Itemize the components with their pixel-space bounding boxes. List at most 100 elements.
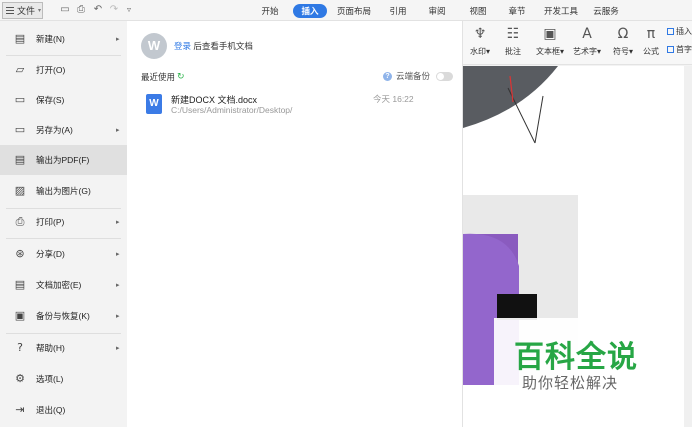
menu-item-label: 分享(D)	[36, 249, 65, 259]
tab-page-layout[interactable]: 页面布局	[335, 4, 373, 18]
textbox-label: 文本框	[535, 47, 560, 56]
comment-label: 批注	[505, 47, 521, 56]
help-icon: ?	[17, 341, 23, 354]
menu-icon	[6, 7, 14, 14]
menu-item-label: 打开(O)	[36, 65, 66, 75]
watermark-subtitle: 助你轻松解决	[522, 375, 619, 392]
menu-item-print[interactable]: ⎙ 打印(P) ▸	[0, 207, 127, 237]
tab-chapter[interactable]: 章节	[505, 4, 529, 18]
cloud-backup-control: ? 云端备份	[383, 70, 454, 82]
watermark-overlay: 百科全说 助你轻松解决	[494, 318, 659, 398]
login-link[interactable]: 登录	[174, 41, 191, 51]
help-icon[interactable]: ?	[383, 71, 392, 81]
formula-label: 公式	[643, 47, 659, 56]
customize-icon[interactable]: ▿	[123, 4, 135, 16]
login-text: 后查看手机文档	[193, 41, 253, 51]
chevron-right-icon: ▸	[116, 126, 120, 134]
chevron-right-icon: ▸	[116, 250, 120, 258]
pi-icon: π	[646, 26, 656, 42]
menu-item-share[interactable]: ⊛ 分享(D) ▸	[0, 239, 127, 269]
file-menu: ▤ 新建(N) ▸ ▱ 打开(O) ▭ 保存(S) ▭ 另存为(A) ▸ ▤ 输…	[0, 21, 127, 427]
menu-item-label: 选项(L)	[36, 374, 64, 384]
cloud-backup-toggle[interactable]	[436, 71, 454, 81]
menu-item-open[interactable]: ▱ 打开(O)	[0, 55, 127, 85]
textbox-button[interactable]: ▣ 文本框▾	[533, 23, 567, 59]
insert-side-label: 插入	[676, 27, 692, 36]
tab-insert[interactable]: 插入	[293, 4, 327, 18]
print-icon: ⎙	[15, 215, 25, 228]
menu-item-options[interactable]: ⚙ 选项(L)	[0, 364, 127, 394]
menu-item-backup[interactable]: ▣ 备份与恢复(K) ▸	[0, 301, 127, 331]
tab-cloud-service[interactable]: 云服务	[590, 4, 622, 18]
chevron-down-icon: ▾	[38, 7, 42, 14]
cloud-backup-label: 云端备份	[396, 71, 431, 81]
wordart-button[interactable]: A 艺术字▾	[570, 23, 604, 59]
menu-item-export-pdf[interactable]: ▤ 输出为PDF(F)	[0, 145, 127, 175]
open-folder-icon: ▱	[15, 63, 25, 76]
encrypt-icon: ▤	[14, 278, 26, 291]
save-as-icon: ▭	[14, 123, 26, 136]
menu-item-help[interactable]: ? 帮助(H) ▸	[0, 333, 127, 363]
new-icon: ▤	[14, 32, 26, 45]
redo-icon[interactable]: ↷	[108, 4, 120, 16]
recent-file-item[interactable]: W 新建DOCX 文档.docx C:/Users/Administrator/…	[141, 90, 451, 120]
menu-item-label: 新建(N)	[36, 34, 65, 44]
backup-icon: ▣	[14, 309, 26, 322]
omega-icon: Ω	[617, 26, 629, 42]
save-icon[interactable]: ▭	[59, 4, 71, 16]
gray-fan-shape	[463, 66, 558, 128]
file-menu-button[interactable]: 文件 ▾	[2, 2, 43, 19]
symbol-label: 符号	[612, 47, 629, 56]
tab-references[interactable]: 引用	[386, 4, 410, 18]
dropcap-side-label: 首字	[676, 45, 692, 54]
avatar[interactable]: W	[141, 33, 167, 59]
menu-item-encrypt[interactable]: ▤ 文档加密(E) ▸	[0, 270, 127, 300]
dropcap-side-button[interactable]: 首字	[667, 44, 692, 55]
scrollbar[interactable]	[684, 66, 692, 427]
settings-icon: ⚙	[15, 372, 25, 385]
chevron-right-icon: ▸	[116, 344, 120, 352]
recent-file-path: C:/Users/Administrator/Desktop/	[171, 105, 293, 115]
exit-icon: ⇥	[15, 403, 25, 416]
chevron-right-icon: ▸	[116, 218, 120, 226]
menu-item-exit[interactable]: ⇥ 退出(Q)	[0, 395, 127, 425]
chevron-right-icon: ▸	[116, 35, 120, 43]
watermark-label: 水印	[469, 47, 486, 56]
watermark-button[interactable]: ♆ 水印▾	[467, 23, 493, 59]
tab-developer[interactable]: 开发工具	[542, 4, 580, 18]
menu-item-save[interactable]: ▭ 保存(S)	[0, 85, 127, 115]
menu-item-export-image[interactable]: ▨ 输出为图片(G)	[0, 176, 127, 206]
line-shape	[534, 95, 544, 144]
menu-item-label: 文档加密(E)	[36, 280, 82, 290]
chevron-right-icon: ▸	[116, 281, 120, 289]
tab-review[interactable]: 审阅	[425, 4, 449, 18]
comment-icon: ☷	[506, 26, 520, 42]
menu-item-label: 输出为PDF(F)	[36, 155, 90, 165]
pdf-icon: ▤	[14, 153, 26, 166]
dropcap-icon	[667, 46, 674, 53]
menu-item-save-as[interactable]: ▭ 另存为(A) ▸	[0, 115, 127, 145]
file-menu-label: 文件	[17, 6, 36, 16]
symbol-button[interactable]: Ω 符号▾	[609, 23, 637, 59]
tab-home[interactable]: 开始	[258, 4, 282, 18]
login-prompt: 登录 后查看手机文档	[174, 40, 253, 52]
wordart-label: 艺术字	[572, 47, 597, 56]
menu-item-label: 保存(S)	[36, 95, 65, 105]
recent-header: 最近使用 ↻	[141, 71, 185, 83]
tab-view[interactable]: 视图	[466, 4, 490, 18]
watermark-icon: ♆	[473, 26, 487, 42]
menu-item-label: 另存为(A)	[36, 125, 73, 135]
menu-item-label: 打印(P)	[36, 217, 65, 227]
formula-button[interactable]: π 公式	[639, 23, 663, 59]
recent-file-time: 今天 16:22	[373, 94, 414, 104]
print-icon[interactable]: ⎙	[75, 4, 87, 16]
textbox-icon: ▣	[543, 26, 557, 42]
chevron-right-icon: ▸	[116, 312, 120, 320]
insert-side-button[interactable]: 插入	[667, 26, 692, 37]
comment-button[interactable]: ☷ 批注	[500, 23, 526, 59]
menu-item-label: 输出为图片(G)	[36, 186, 91, 196]
undo-icon[interactable]: ↶	[92, 4, 104, 16]
recent-title: 最近使用	[141, 72, 176, 82]
menu-item-new[interactable]: ▤ 新建(N) ▸	[0, 24, 127, 54]
refresh-icon[interactable]: ↻	[177, 72, 185, 82]
